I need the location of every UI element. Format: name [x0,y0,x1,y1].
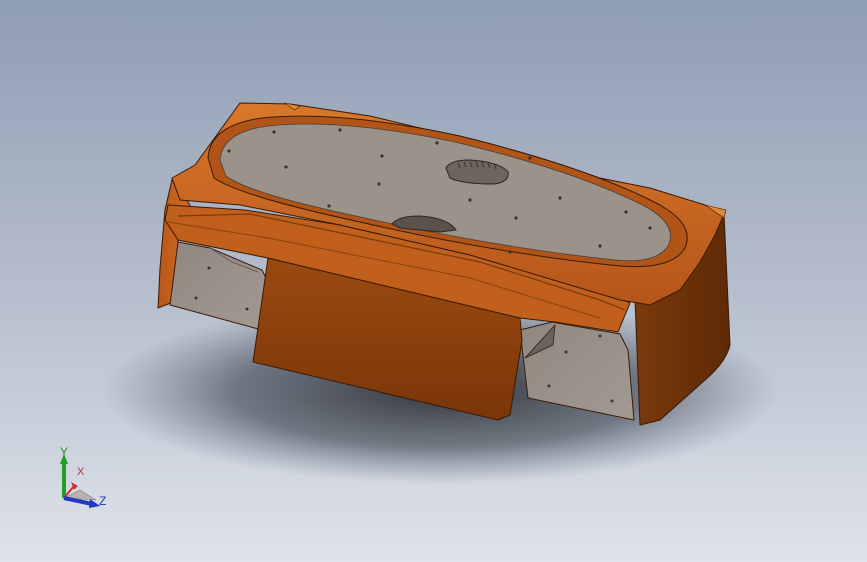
z-axis-label: Z [99,494,107,508]
y-axis-label: Y [60,445,69,459]
graphics-viewport[interactable]: Y X Z [0,0,867,562]
model-view[interactable] [0,0,867,562]
x-axis-label: X [77,466,85,478]
